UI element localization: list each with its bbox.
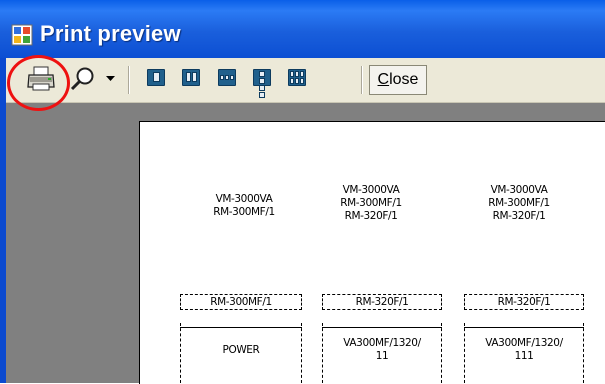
box-body-line: VA300MF/1320/ [485, 337, 563, 349]
box-body-line: 111 [514, 350, 534, 362]
two-pages-icon [182, 68, 200, 86]
chevron-down-icon [105, 76, 115, 81]
close-button[interactable]: Close [369, 65, 427, 95]
box-body-line: VA300MF/1320/ [343, 337, 421, 349]
three-pages-icon [218, 68, 236, 86]
six-pages-button[interactable] [285, 65, 309, 89]
device-label-line: RM-300MF/1 [488, 197, 550, 209]
device-label: VM-3000VA RM-300MF/1 RM-320F/1 [475, 184, 563, 223]
six-pages-icon [288, 68, 306, 86]
box-header: RM-320F/1 [322, 294, 442, 310]
box-body-line: 11 [375, 350, 389, 362]
close-label: lose [389, 71, 419, 88]
app-icon [11, 24, 33, 46]
device-label-line: VM-3000VA [490, 184, 548, 196]
box-header: RM-300MF/1 [180, 294, 302, 310]
magnifier-icon [70, 67, 94, 91]
close-mnemonic: C [377, 71, 390, 88]
device-label: VM-3000VA RM-300MF/1 [200, 193, 288, 219]
two-pages-button[interactable] [179, 65, 203, 89]
box-body: POWER [180, 323, 302, 383]
box-body: VA300MF/1320/ 111 [464, 323, 584, 383]
four-pages-icon [253, 68, 271, 98]
four-pages-button[interactable] [250, 65, 274, 98]
highlight-circle [7, 55, 70, 111]
box-body: VA300MF/1320/ 11 [322, 323, 442, 383]
zoom-dropdown-button[interactable] [104, 72, 116, 86]
device-label-line: RM-320F/1 [492, 210, 546, 222]
toolbar-separator [128, 66, 129, 94]
device-label-line: RM-320F/1 [344, 210, 398, 222]
zoom-button[interactable] [66, 62, 100, 96]
box-header: RM-320F/1 [464, 294, 584, 310]
box-body-line: POWER [222, 344, 260, 356]
toolbar-separator [361, 66, 362, 94]
device-label-line: VM-3000VA [342, 184, 400, 196]
title-bar: Print preview [0, 0, 605, 58]
device-label: VM-3000VA RM-300MF/1 RM-320F/1 [327, 184, 415, 223]
one-page-icon [147, 68, 165, 86]
device-label-line: RM-300MF/1 [213, 206, 275, 218]
device-label-line: VM-3000VA [215, 193, 273, 205]
three-pages-button[interactable] [215, 65, 239, 89]
device-label-line: RM-300MF/1 [340, 197, 402, 209]
window-title: Print preview [40, 21, 181, 46]
one-page-button[interactable] [144, 65, 168, 89]
